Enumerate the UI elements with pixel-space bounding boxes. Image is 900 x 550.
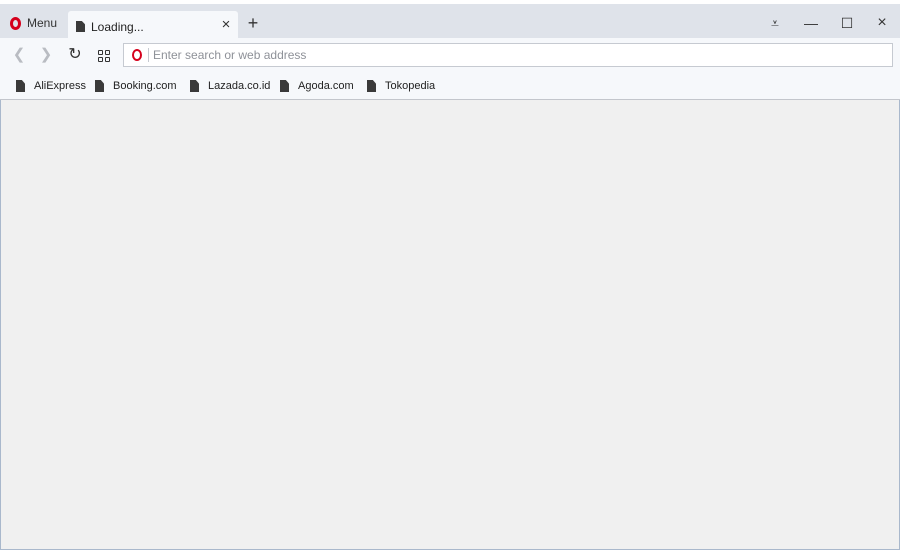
- tab-menu-icon[interactable]: ⩡: [764, 12, 786, 34]
- page-content[interactable]: [0, 100, 900, 550]
- address-bar[interactable]: [123, 43, 893, 67]
- bookmark-label: AliExpress: [34, 80, 86, 92]
- bookmark-label: Lazada.co.id: [208, 80, 271, 92]
- opera-badge-icon: [132, 49, 142, 61]
- page-icon: [280, 80, 289, 92]
- address-input[interactable]: [153, 48, 892, 62]
- page-icon: [95, 80, 104, 92]
- tab-close-icon[interactable]: ×: [220, 17, 232, 32]
- bookmark-aliexpress[interactable]: AliExpress: [16, 78, 86, 94]
- tab-title: Loading...: [91, 19, 144, 34]
- navigation-bar: ❮ ❯ ↻: [0, 38, 900, 72]
- bookmark-label: Booking.com: [113, 80, 177, 92]
- speed-dial-icon[interactable]: [95, 46, 113, 64]
- minimize-icon[interactable]: —: [800, 12, 822, 34]
- bookmark-booking[interactable]: Booking.com: [95, 78, 177, 94]
- page-icon: [76, 21, 85, 32]
- bookmark-label: Tokopedia: [385, 80, 436, 92]
- reload-icon[interactable]: ↻: [66, 46, 84, 64]
- page-icon: [367, 80, 376, 92]
- menu-label: Menu: [27, 16, 58, 30]
- tab-bar: Menu Loading... × + ⩡ — ☐ ×: [0, 4, 900, 42]
- back-icon[interactable]: ❮: [10, 46, 28, 64]
- opera-logo-icon: [10, 16, 21, 30]
- bookmark-lazada[interactable]: Lazada.co.id: [190, 78, 270, 94]
- address-separator: [148, 48, 149, 62]
- page-icon: [16, 80, 25, 92]
- new-tab-button[interactable]: +: [246, 14, 260, 32]
- menu-button[interactable]: Menu: [4, 10, 64, 36]
- close-window-icon[interactable]: ×: [871, 12, 893, 34]
- page-icon: [190, 80, 199, 92]
- maximize-icon[interactable]: ☐: [836, 12, 858, 34]
- bookmark-label: Agoda.com: [298, 80, 354, 92]
- bookmark-tokopedia[interactable]: Tokopedia: [367, 78, 435, 94]
- forward-icon[interactable]: ❯: [37, 46, 55, 64]
- browser-window: Menu Loading... × + ⩡ — ☐ × ❮ ❯ ↻ Enter …: [0, 0, 900, 550]
- grid-icon: [98, 50, 110, 62]
- bookmark-agoda[interactable]: Agoda.com: [280, 78, 354, 94]
- bookmarks-bar: AliExpress Booking.com Lazada.co.id Agod…: [0, 72, 900, 100]
